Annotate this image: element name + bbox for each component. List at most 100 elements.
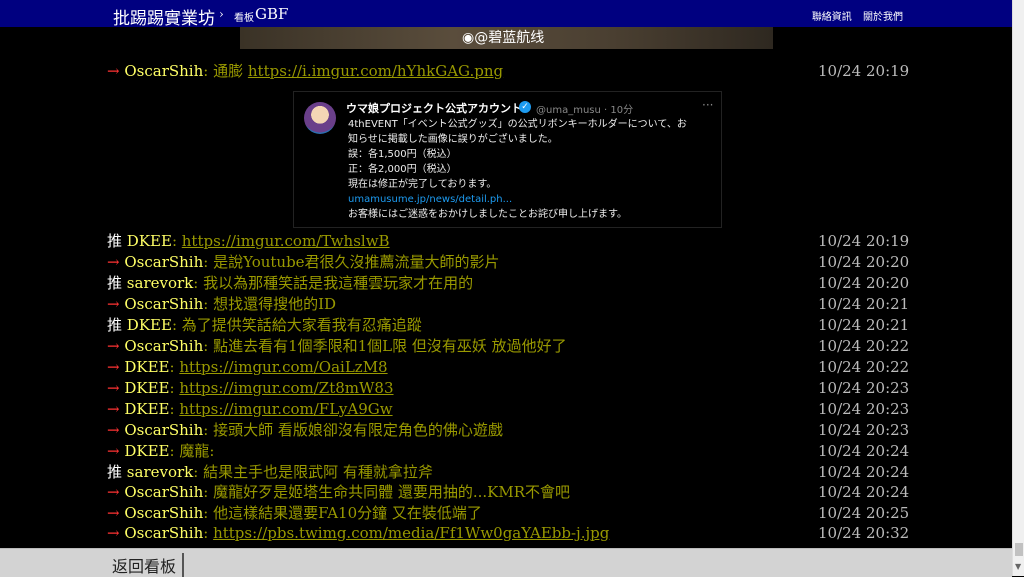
comment-tag: → [107, 524, 120, 542]
comment-user: OscarShih [124, 253, 204, 271]
comment-row: → OscarShih: 想找還得搜他的ID 10/24 20:21 [107, 295, 910, 313]
comment-text: 魔龍: [179, 442, 215, 460]
comment-row: 推 DKEE: https://imgur.com/TwhslwB 10/24 2… [107, 232, 910, 250]
comment-tag: → [107, 483, 120, 501]
comment-time: 10/24 20:24 [818, 483, 910, 501]
comment-time: 10/24 20:23 [818, 421, 910, 439]
image-watermark: ◉@碧蓝航线 [462, 30, 545, 46]
tweet-line: 正：各2,000円（税込） [348, 164, 457, 175]
tweet-line: 誤：各1,500円（税込） [348, 149, 457, 160]
breadcrumb-separator: › [219, 7, 224, 21]
comment-user: OscarShih [124, 504, 204, 522]
comment-time: 10/24 20:19 [818, 62, 910, 80]
comment-tag: → [107, 400, 120, 418]
scrollbar-thumb[interactable] [1015, 543, 1023, 556]
comment-tag: → [107, 337, 120, 355]
bottom-bar: 返回看板 [0, 548, 1012, 577]
comment-tag: → [107, 504, 120, 522]
comment-tag: → [107, 421, 120, 439]
comment-text: 點進去看有1個季限和1個L限 但沒有巫妖 放過他好了 [213, 337, 567, 355]
tweet-line: お客様にはご迷惑をおかけしましたことお詫び申し上げます。 [348, 209, 627, 220]
about-link[interactable]: 關於我們 [863, 12, 903, 23]
comment-row: → DKEE: https://imgur.com/Zt8mW83 10/24 2… [107, 379, 910, 397]
nav-links: 聯絡資訊 關於我們 [804, 8, 903, 23]
comment-link[interactable]: https://imgur.com/OaiLzM8 [179, 358, 387, 376]
comment-row: → DKEE: 魔龍: 10/24 20:24 [107, 442, 910, 460]
scrollbar[interactable]: ▼ [1012, 0, 1024, 576]
comment-text: 他這樣結果還要FA10分鐘 又在裝低端了 [213, 504, 482, 522]
comment-text: 是說Youtube君很久沒推薦流量大師的影片 [213, 253, 500, 271]
comment-tag: 推 [107, 316, 123, 334]
tweet-embed-card[interactable]: ウマ娘プロジェクト公式アカウント ✓ @uma_musu · 10分 ··· 4… [293, 91, 722, 228]
comment-text: 為了提供笑話給大家看我有忍痛追蹤 [181, 316, 422, 334]
comment-link[interactable]: https://imgur.com/FLyA9Gw [179, 400, 392, 418]
comment-tag: → [107, 295, 120, 313]
comment-time: 10/24 20:23 [818, 400, 910, 418]
comment-user: sarevork [126, 463, 194, 481]
tweet-line: 知らせに掲載した画像に誤りがございました。 [348, 134, 558, 145]
comment-time: 10/24 20:22 [818, 358, 910, 376]
comment-row: → DKEE: https://imgur.com/OaiLzM8 10/24 2… [107, 358, 910, 376]
check-badge-icon: ✓ [519, 101, 531, 113]
comment-text: 接頭大師 看版娘卻沒有限定角色的佛心遊戲 [213, 421, 503, 439]
top-bar: 批踢踢實業坊 › 看板 GBF 聯絡資訊 關於我們 [0, 0, 1012, 29]
comment-user: OscarShih [124, 421, 204, 439]
comment-tag: → [107, 442, 120, 460]
comment-user: OscarShih [124, 483, 204, 501]
tweet-line: 4thEVENT「イベント公式グッズ」の公式リボンキーホルダーについて、お [348, 119, 687, 130]
tweet-link[interactable]: umamusume.jp/news/detail.ph... [348, 192, 718, 207]
back-to-board-button[interactable]: 返回看板 [112, 553, 185, 577]
tweet-line: 現在は修正が完了しております。 [348, 179, 497, 190]
comment-row: → OscarShih: 魔龍好歹是姬塔生命共同體 還要用抽的...KMR不會吧… [107, 483, 910, 501]
comment-user: DKEE [124, 379, 170, 397]
comment-tag: 推 [107, 274, 123, 292]
comment-row: → OscarShih: https://pbs.twimg.com/media… [107, 524, 910, 542]
tweet-text: 4thEVENT「イベント公式グッズ」の公式リボンキーホルダーについて、お 知ら… [348, 117, 718, 222]
comment-time: 10/24 20:23 [818, 379, 910, 397]
more-options-icon[interactable]: ··· [702, 98, 713, 112]
comment-user: DKEE [124, 442, 170, 460]
comment-row: → OscarShih: 是說Youtube君很久沒推薦流量大師的影片 10/24… [107, 253, 910, 271]
comment-tag: → [107, 62, 120, 80]
comment-link[interactable]: https://imgur.com/TwhslwB [182, 232, 390, 250]
comment-row: → OscarShih: 點進去看有1個季限和1個L限 但沒有巫妖 放過他好了 1… [107, 337, 910, 355]
site-title[interactable]: 批踢踢實業坊 [113, 4, 215, 29]
tweet-handle-time: @uma_musu · 10分 [536, 105, 634, 116]
comment-row: 推 DKEE: 為了提供笑話給大家看我有忍痛追蹤 10/24 20:21 [107, 316, 910, 334]
comment-row: → OscarShih: 他這樣結果還要FA10分鐘 又在裝低端了 10/24 2… [107, 504, 910, 522]
comment-time: 10/24 20:21 [818, 295, 910, 313]
comment-text: 結果主手也是限武阿 有種就拿拉斧 [203, 463, 433, 481]
comment-tag: → [107, 253, 120, 271]
comment-link[interactable]: https://i.imgur.com/hYhkGAG.png [248, 62, 503, 80]
comment-tag: → [107, 358, 120, 376]
comment-user: OscarShih [124, 524, 204, 542]
comment-user: OscarShih [124, 337, 204, 355]
comment-user: OscarShih [124, 295, 204, 313]
comment-time: 10/24 20:20 [818, 274, 910, 292]
comment-time: 10/24 20:32 [818, 524, 910, 542]
comment-text: 想找還得搜他的ID [213, 295, 337, 313]
comment-text: 我以為那種笑話是我這種雲玩家才在用的 [203, 274, 474, 292]
comment-text: 魔龍好歹是姬塔生命共同體 還要用抽的...KMR不會吧 [213, 483, 571, 501]
scroll-down-icon[interactable]: ▼ [1015, 562, 1021, 571]
board-label: 看板 [234, 13, 254, 24]
comment-row: → OscarShih: 通膨 https://i.imgur.com/hYhk… [107, 62, 910, 80]
comment-time: 10/24 20:22 [818, 337, 910, 355]
comment-link[interactable]: https://pbs.twimg.com/media/Ff1Ww0gaYAEb… [213, 524, 609, 542]
comment-row: → OscarShih: 接頭大師 看版娘卻沒有限定角色的佛心遊戲 10/24 2… [107, 421, 910, 439]
comment-tag: 推 [107, 463, 123, 481]
board-name-link[interactable]: GBF [255, 5, 288, 23]
contact-link[interactable]: 聯絡資訊 [812, 12, 852, 23]
comment-tag: 推 [107, 232, 123, 250]
avatar [304, 102, 336, 134]
comment-time: 10/24 20:19 [818, 232, 910, 250]
tweet-account-name: ウマ娘プロジェクト公式アカウント [346, 102, 522, 115]
comment-row: 推 sarevork: 我以為那種笑話是我這種雲玩家才在用的 10/24 20:2… [107, 274, 910, 292]
comment-time: 10/24 20:20 [818, 253, 910, 271]
comment-user: OscarShih [124, 62, 204, 80]
comment-link[interactable]: https://imgur.com/Zt8mW83 [179, 379, 393, 397]
comment-time: 10/24 20:24 [818, 442, 910, 460]
comment-user: DKEE [126, 232, 172, 250]
comment-user: DKEE [124, 400, 170, 418]
comment-tag: → [107, 379, 120, 397]
